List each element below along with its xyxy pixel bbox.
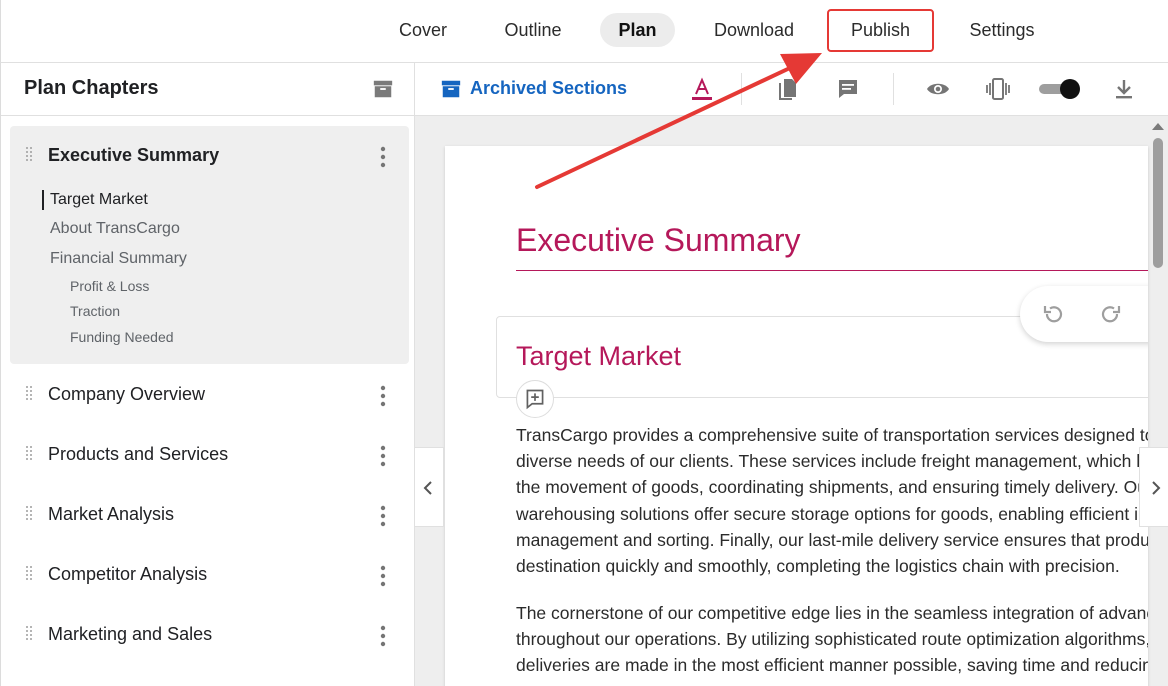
download-icon[interactable] (1112, 77, 1136, 101)
subsection-funding-needed[interactable]: Funding Needed (70, 329, 174, 345)
redo-icon[interactable] (1098, 302, 1122, 326)
archived-sections-link[interactable]: Archived Sections (470, 78, 627, 99)
toolbar-divider (741, 73, 742, 105)
subsection-profit-loss[interactable]: Profit & Loss (70, 278, 149, 294)
section-heading[interactable]: Target Market (516, 341, 681, 372)
subsection-traction[interactable]: Traction (70, 303, 120, 319)
paragraph-line: warehousing solutions offer secure stora… (516, 503, 1148, 524)
drag-handle-icon[interactable] (25, 505, 33, 523)
body-paragraph[interactable]: TransCargo provides a comprehensive suit… (516, 422, 1148, 579)
chapter-heading[interactable]: Executive Summary (516, 222, 801, 259)
paragraph-line: management and sorting. Finally, our las… (516, 529, 1148, 550)
paragraph-line: the movement of goods, coordinating ship… (516, 477, 1148, 498)
chapter-name: Company Overview (48, 384, 206, 404)
tab-publish[interactable]: Publish (827, 9, 934, 52)
paragraph-line: destination quickly and smoothly, comple… (516, 556, 1120, 577)
chapter-name: Products and Services (48, 444, 229, 464)
chapter-name: Marketing and Sales (48, 624, 213, 644)
more-options-icon[interactable] (380, 445, 386, 467)
chapter-name: Executive Summary (48, 145, 220, 165)
drag-handle-icon[interactable] (25, 385, 33, 403)
section-target-market[interactable]: Target Market (42, 190, 148, 210)
paragraph-line: throughout our operations. By utilizing … (516, 629, 1148, 650)
paragraph-line: diverse needs of our clients. These serv… (516, 451, 1148, 472)
document-canvas: Executive Summary Target Market TransCar… (415, 116, 1168, 686)
drag-handle-icon[interactable] (25, 146, 33, 164)
text-color-icon[interactable] (690, 77, 714, 101)
paragraph-line: deliveries are made in the most efficien… (516, 655, 1148, 676)
tab-outline[interactable]: Outline (491, 13, 575, 47)
more-options-icon[interactable] (380, 625, 386, 647)
more-options-icon[interactable] (380, 505, 386, 527)
paragraph-line: TransCargo provides a comprehensive suit… (516, 425, 1148, 445)
chapter-name: Market Analysis (48, 504, 175, 524)
drag-handle-icon[interactable] (25, 625, 33, 643)
drag-handle-icon[interactable] (25, 445, 33, 463)
tab-download[interactable]: Download (701, 13, 807, 47)
undo-redo-controls (1020, 286, 1148, 342)
eye-icon[interactable] (926, 77, 950, 101)
top-navigation: Cover Outline Plan Download Publish Sett… (0, 0, 1168, 63)
toggle-switch[interactable] (1039, 78, 1081, 100)
device-preview-icon[interactable] (986, 77, 1010, 101)
editor-toolbar: Archived Sections (415, 63, 1168, 116)
more-options-icon[interactable] (380, 565, 386, 587)
more-options-icon[interactable] (380, 385, 386, 407)
body-paragraph[interactable]: The cornerstone of our competitive edge … (516, 600, 1148, 679)
chevron-left-icon (423, 481, 432, 495)
document-icon[interactable] (776, 77, 800, 101)
tab-plan[interactable]: Plan (600, 13, 675, 47)
scrollbar-thumb[interactable] (1153, 138, 1163, 268)
comment-icon[interactable] (836, 77, 860, 101)
archive-icon[interactable] (440, 78, 462, 100)
scroll-up-icon[interactable] (1151, 120, 1165, 132)
collapse-sidebar-button[interactable] (415, 447, 444, 527)
tab-cover[interactable]: Cover (385, 13, 461, 47)
sidebar-title: Plan Chapters (24, 77, 159, 99)
toolbar-divider (893, 73, 894, 105)
archive-icon[interactable] (372, 78, 394, 100)
sidebar-header: Plan Chapters (1, 63, 414, 116)
chapter-name: Competitor Analysis (48, 564, 208, 584)
undo-icon[interactable] (1042, 302, 1066, 326)
more-options-icon[interactable] (380, 146, 386, 168)
tab-settings[interactable]: Settings (957, 13, 1047, 47)
section-financial-summary[interactable]: Financial Summary (50, 250, 187, 268)
plan-chapters-sidebar: Plan Chapters Executive Summary Target M… (0, 63, 415, 686)
chapter-executive-summary[interactable]: Executive Summary Target Market About Tr… (10, 126, 409, 364)
drag-handle-icon[interactable] (25, 565, 33, 583)
section-about-transcargo[interactable]: About TransCargo (50, 220, 180, 238)
document-page: Executive Summary Target Market TransCar… (445, 146, 1148, 686)
heading-underline (516, 270, 1148, 271)
add-comment-icon[interactable] (516, 380, 554, 418)
paragraph-line: The cornerstone of our competitive edge … (516, 603, 1148, 623)
